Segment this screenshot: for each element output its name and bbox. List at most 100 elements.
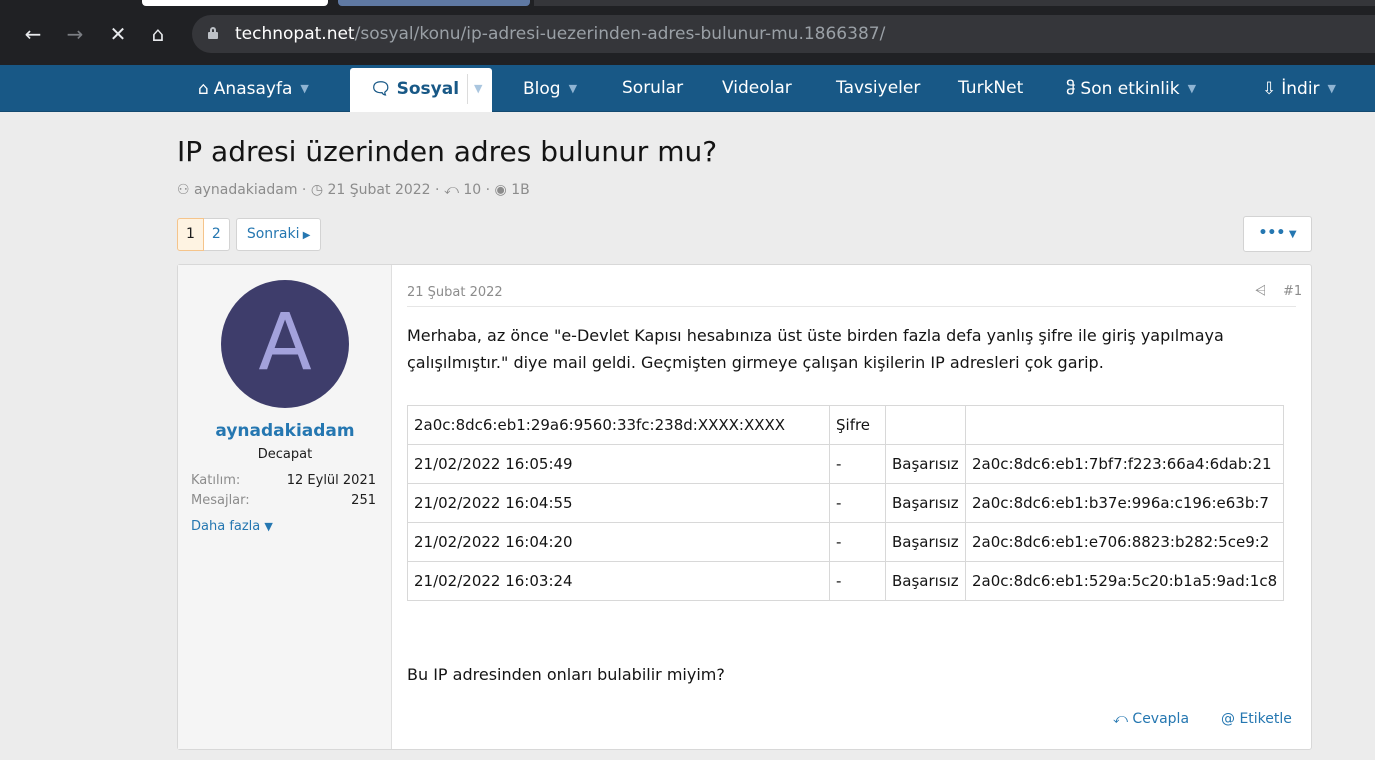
table-cell (964, 405, 1285, 445)
table-cell: 2a0c:8dc6:eb1:29a6:9560:33fc:238d:XXXX:X… (407, 405, 830, 445)
post-question: Bu IP adresinden onları bulabilir miyim? (407, 665, 725, 684)
thread-date[interactable]: 21 Şubat 2022 (328, 182, 431, 198)
user-icon: ⚇ (177, 182, 195, 198)
table-cell: - (829, 483, 886, 523)
more-icon: ••• (1258, 225, 1286, 241)
lock-icon[interactable] (208, 27, 218, 39)
divider (407, 306, 1296, 307)
mention-button[interactable]: @ Etiketle (1221, 711, 1292, 727)
post-body: 21 Şubat 2022 ⩤ #1 Merhaba, az önce "e-D… (392, 265, 1311, 749)
back-arrow-icon[interactable]: ← (20, 21, 46, 47)
table-cell: Başarısız (885, 483, 966, 523)
chevron-down-icon: ▼ (1285, 229, 1297, 240)
joined-value: 12 Eylül 2021 (286, 473, 376, 488)
table-cell: - (829, 522, 886, 562)
nav-item-indir[interactable]: ⇩ İndir ▼ (1262, 65, 1336, 112)
tab-strip-empty (534, 0, 1375, 6)
avatar[interactable]: A (221, 280, 349, 408)
table-cell: 2a0c:8dc6:eb1:e706:8823:b282:5ce9:2 (964, 522, 1285, 562)
nav-label: Son etkinlik (1080, 79, 1180, 99)
post: A aynadakiadam Decapat Katılım: 12 Eylül… (177, 264, 1312, 750)
table-row: 21/02/2022 16:04:20 - Başarısız 2a0c:8dc… (407, 522, 1285, 562)
post-text: Merhaba, az önce "e-Devlet Kapısı hesabı… (407, 326, 1224, 372)
chevron-down-icon[interactable]: ▼ (300, 65, 308, 112)
ip-table: 2a0c:8dc6:eb1:29a6:9560:33fc:238d:XXXX:X… (407, 405, 1296, 605)
more-label: Daha fazla (191, 519, 261, 534)
reply-label: Cevapla (1132, 711, 1190, 727)
chevron-right-icon: ▶ (299, 230, 311, 241)
table-cell: 21/02/2022 16:03:24 (407, 561, 830, 601)
chevron-down-icon: ▼ (264, 520, 273, 533)
chat-icon: 🗨 (370, 79, 392, 99)
post-number[interactable]: #1 (1283, 284, 1302, 299)
download-icon: ⇩ (1262, 79, 1277, 99)
chevron-down-icon[interactable]: ▼ (1188, 65, 1196, 112)
table-cell: Başarısız (885, 561, 966, 601)
nav-label: Anasayfa (213, 79, 293, 99)
chevron-down-icon[interactable]: ▼ (474, 68, 482, 110)
table-cell: 2a0c:8dc6:eb1:b37e:996a:c196:e63b:7 (964, 483, 1285, 523)
table-cell: 21/02/2022 16:05:49 (407, 444, 830, 484)
nav-item-tavsiyeler[interactable]: Tavsiyeler (836, 65, 920, 112)
forward-arrow-icon[interactable]: → (62, 21, 88, 47)
eye-icon: ◉ (494, 182, 512, 198)
bulb-icon: ჵ (1066, 79, 1076, 99)
table-cell (885, 405, 966, 445)
user-messages: Mesajlar: 251 (191, 493, 376, 508)
table-row: 2a0c:8dc6:eb1:29a6:9560:33fc:238d:XXXX:X… (407, 405, 1285, 445)
next-page-button[interactable]: Sonraki ▶ (235, 218, 322, 251)
table-cell: Başarısız (885, 444, 966, 484)
stop-loading-icon[interactable]: ✕ (105, 21, 131, 47)
table-cell: - (829, 561, 886, 601)
thread-meta: ⚇ aynadakiadam · ◷ 21 Şubat 2022 · ⤺ 10 … (177, 182, 530, 198)
nav-item-sorular[interactable]: Sorular (622, 65, 683, 112)
address-bar[interactable]: technopat.net/sosyal/konu/ip-adresi-ueze… (192, 15, 1375, 53)
username[interactable]: aynadakiadam (178, 421, 392, 441)
table-row: 21/02/2022 16:05:49 - Başarısız 2a0c:8dc… (407, 444, 1285, 484)
reply-icon: ⤺ (443, 182, 464, 198)
page-title: IP adresi üzerinden adres bulunur mu? (177, 135, 718, 168)
thread-tools-button[interactable]: ••• ▼ (1243, 216, 1312, 252)
nav-item-videolar[interactable]: Videolar (722, 65, 792, 112)
reply-icon: ⤺ (1113, 711, 1133, 727)
nav-label: Videolar (722, 78, 792, 98)
table-cell: 21/02/2022 16:04:20 (407, 522, 830, 562)
nav-item-son-etkinlik[interactable]: ჵ Son etkinlik ▼ (1066, 65, 1196, 112)
thread-author[interactable]: aynadakiadam (194, 182, 297, 198)
table-row: 21/02/2022 16:03:24 - Başarısız 2a0c:8dc… (407, 561, 1285, 601)
clock-icon: ◷ (310, 182, 328, 198)
table-cell: 21/02/2022 16:04:55 (407, 483, 830, 523)
nav-label: İndir (1281, 79, 1320, 99)
table-cell: 2a0c:8dc6:eb1:7bf7:f223:66a4:6dab:21 (964, 444, 1285, 484)
page-2-button[interactable]: 2 (203, 218, 230, 251)
nav-label: TurkNet (958, 78, 1024, 98)
messages-label: Mesajlar: (191, 493, 250, 508)
home-icon[interactable]: ⌂ (145, 21, 171, 47)
nav-label: Tavsiyeler (836, 78, 921, 98)
post-date[interactable]: 21 Şubat 2022 (407, 285, 503, 300)
reply-button[interactable]: ⤺ Cevapla (1113, 711, 1189, 727)
url-text[interactable]: technopat.net/sosyal/konu/ip-adresi-ueze… (235, 24, 885, 44)
messages-value[interactable]: 251 (351, 493, 376, 508)
nav-label: Sorular (622, 78, 684, 98)
table-cell: Başarısız (885, 522, 966, 562)
nav-item-sosyal[interactable]: 🗨 Sosyal ▼ (350, 68, 493, 112)
url-host: technopat.net (235, 24, 355, 44)
pagination: 1 2 Sonraki ▶ (177, 218, 322, 251)
nav-item-anasayfa[interactable]: ⌂ Anasayfa ▼ (198, 65, 309, 112)
url-path: /sosyal/konu/ip-adresi-uezerinden-adres-… (354, 24, 886, 44)
page-1-button[interactable]: 1 (177, 218, 204, 251)
user-joined: Katılım: 12 Eylül 2021 (191, 473, 376, 488)
chevron-down-icon[interactable]: ▼ (569, 65, 577, 112)
joined-label: Katılım: (191, 473, 241, 488)
nav-label: Sosyal (396, 79, 460, 99)
user-panel: A aynadakiadam Decapat Katılım: 12 Eylül… (178, 265, 392, 749)
nav-item-blog[interactable]: Blog ▼ (523, 65, 577, 112)
browser-tab[interactable] (142, 0, 328, 6)
nav-item-turknet[interactable]: TurkNet (958, 65, 1023, 112)
share-icon[interactable]: ⩤ (1255, 283, 1266, 299)
chevron-down-icon[interactable]: ▼ (1328, 65, 1336, 112)
more-user-info-link[interactable]: Daha fazla ▼ (191, 519, 273, 534)
next-label: Sonraki (246, 226, 300, 242)
browser-tab-active[interactable] (338, 0, 530, 6)
